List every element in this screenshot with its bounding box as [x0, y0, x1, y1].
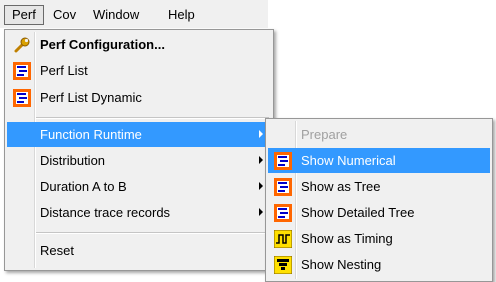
list-icon: [274, 178, 292, 196]
menu-item-label: Show Numerical: [301, 153, 396, 168]
menu-cov-label: Cov: [53, 7, 77, 22]
list-icon: [13, 62, 31, 80]
menu-separator: [36, 117, 269, 119]
menu-help[interactable]: Help: [161, 5, 202, 25]
menu-item-label: Distribution: [40, 153, 106, 168]
menu-item-distance-trace-records[interactable]: Distance trace records: [7, 200, 271, 225]
menu-item-show-numerical[interactable]: Show Numerical: [268, 148, 490, 173]
menu-item-perf-list[interactable]: Perf List: [7, 58, 271, 83]
submenu-arrow-icon: [259, 182, 263, 190]
menu-item-label: Show as Tree: [301, 179, 381, 194]
submenu-arrow-icon: [259, 156, 263, 164]
menu-item-label: Duration A to B: [40, 179, 127, 194]
menu-item-show-nesting[interactable]: Show Nesting: [268, 252, 490, 277]
menu-item-label: Reset: [40, 243, 74, 258]
menu-item-distribution[interactable]: Distribution: [7, 148, 271, 173]
perf-menu: Perf Configuration... Perf List Perf Lis…: [4, 29, 274, 271]
menu-item-label: Show Detailed Tree: [301, 205, 415, 220]
submenu-arrow-icon: [259, 208, 263, 216]
function-runtime-submenu: Prepare Show Numerical Show as Tree Show…: [265, 118, 493, 282]
menu-item-show-detailed-tree[interactable]: Show Detailed Tree: [268, 200, 490, 225]
submenu-arrow-icon: [259, 130, 263, 138]
menu-item-reset[interactable]: Reset: [7, 238, 271, 263]
menu-window[interactable]: Window: [86, 5, 146, 25]
menu-item-label: Show Nesting: [301, 257, 382, 272]
list-icon: [13, 89, 31, 107]
menu-item-perf-list-dynamic[interactable]: Perf List Dynamic: [7, 85, 271, 110]
menu-item-label: Perf List: [40, 63, 88, 78]
menu-help-label: Help: [168, 7, 195, 22]
menu-item-label: Distance trace records: [40, 205, 171, 220]
wrench-icon: [14, 37, 30, 53]
timing-icon: [274, 230, 292, 248]
menu-item-label: Function Runtime: [40, 127, 142, 142]
menu-perf[interactable]: Perf: [4, 5, 44, 25]
menu-perf-label: Perf: [12, 7, 36, 22]
menu-item-label: Perf Configuration...: [40, 37, 165, 52]
menu-bar: Perf Cov Window Help: [0, 0, 268, 28]
menu-item-label: Prepare: [301, 127, 348, 142]
menu-item-label: Perf List Dynamic: [40, 90, 142, 105]
menu-item-perf-configuration[interactable]: Perf Configuration...: [7, 32, 271, 57]
menu-item-duration-a-to-b[interactable]: Duration A to B: [7, 174, 271, 199]
menu-item-show-as-timing[interactable]: Show as Timing: [268, 226, 490, 251]
menu-item-label: Show as Timing: [301, 231, 393, 246]
menu-cov[interactable]: Cov: [46, 5, 83, 25]
list-icon: [274, 204, 292, 222]
menu-item-show-as-tree[interactable]: Show as Tree: [268, 174, 490, 199]
menu-item-function-runtime[interactable]: Function Runtime: [7, 122, 271, 147]
menu-window-label: Window: [93, 7, 140, 22]
list-icon: [274, 152, 292, 170]
menu-item-prepare[interactable]: Prepare: [268, 122, 490, 147]
menu-separator: [36, 232, 269, 234]
nesting-icon: [274, 256, 292, 274]
